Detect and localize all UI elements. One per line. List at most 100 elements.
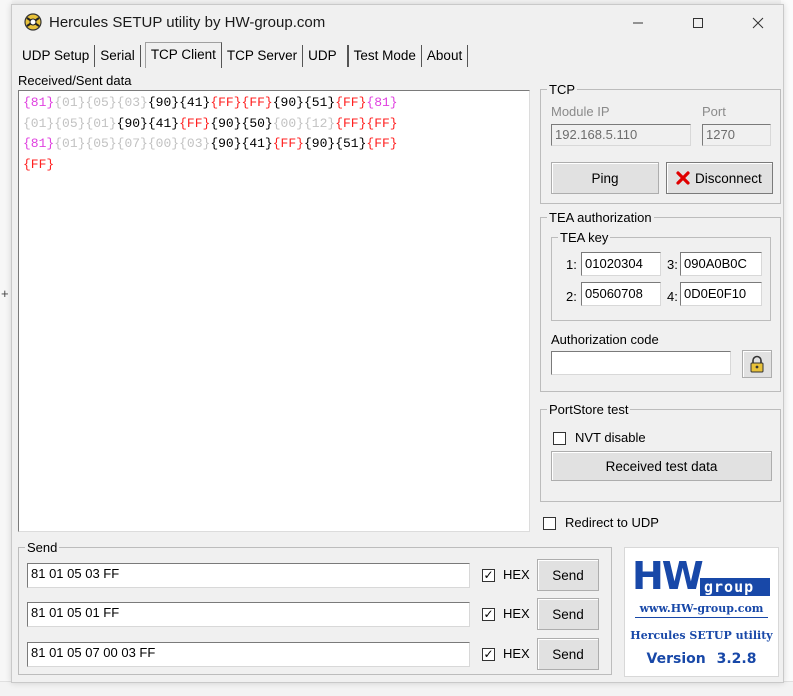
received-byte: {FF} — [179, 115, 211, 131]
tea-key-4-field[interactable]: 0D0E0F10 — [680, 282, 762, 306]
received-byte: {05} — [54, 115, 86, 131]
plus-icon: + — [1, 286, 9, 301]
received-byte: {41} — [241, 136, 273, 151]
lock-button[interactable] — [742, 350, 772, 378]
tab-serial[interactable]: Serial — [95, 45, 141, 67]
received-byte: {05} — [85, 136, 117, 151]
received-byte: {81} — [23, 136, 55, 151]
tab-udp[interactable]: UDP — [303, 45, 348, 67]
hercules-app-icon — [23, 12, 43, 32]
disconnect-button-label: Disconnect — [695, 170, 762, 186]
received-byte: {90} — [272, 95, 304, 110]
ping-button[interactable]: Ping — [551, 162, 659, 194]
received-byte: {01} — [54, 95, 86, 110]
received-byte: {FF} — [272, 136, 304, 151]
received-byte: {41} — [147, 115, 180, 131]
received-byte: {51} — [303, 95, 336, 110]
tab-test-mode[interactable]: Test Mode — [347, 45, 422, 67]
maximize-button[interactable] — [675, 5, 721, 41]
received-byte: {03} — [116, 95, 148, 110]
disconnect-button[interactable]: Disconnect — [666, 162, 773, 194]
received-byte: {07} — [116, 136, 148, 151]
send-input-1[interactable]: 81 01 05 03 FF — [27, 563, 470, 588]
tea-key-2-label: 2: — [566, 289, 577, 304]
received-byte: {05} — [85, 95, 117, 110]
received-test-data-button[interactable]: Received test data — [551, 451, 772, 481]
hex-checkbox-1[interactable]: ✓ — [482, 569, 495, 582]
hex-checkbox-3[interactable]: ✓ — [482, 648, 495, 661]
send-input-2[interactable]: 81 01 05 01 FF — [27, 602, 470, 627]
received-byte: {90} — [147, 95, 180, 110]
tea-key-1-field[interactable]: 01020304 — [581, 252, 661, 276]
hw-group-url: www.HW-group.com — [639, 602, 764, 615]
port-label: Port — [702, 104, 726, 119]
send-button-2-label: Send — [552, 606, 584, 622]
redirect-to-udp-checkbox[interactable] — [543, 517, 556, 530]
authorization-code-label: Authorization code — [551, 332, 659, 347]
received-byte: {FF} — [241, 95, 273, 110]
version-line: Version 3.2.8 — [625, 651, 778, 667]
red-x-icon — [676, 171, 690, 185]
hw-group-wordmark: HW group — [632, 554, 770, 598]
module-ip-label: Module IP — [551, 104, 610, 119]
tab-tcp-server[interactable]: TCP Server — [221, 45, 304, 67]
version-number: 3.2.8 — [716, 651, 757, 667]
tab-bar: UDP Setup Serial TCP Client TCP Server U… — [17, 42, 469, 69]
tab-udp-setup[interactable]: UDP Setup — [17, 45, 96, 67]
maximize-icon — [693, 18, 703, 28]
tea-key-group: TEA key — [551, 231, 771, 321]
logo-divider — [635, 617, 768, 618]
received-byte: {FF} — [23, 156, 55, 172]
received-byte: {FF} — [335, 95, 367, 110]
received-byte: {81} — [23, 95, 55, 110]
hex-label-2: HEX — [503, 606, 530, 621]
hex-label-3: HEX — [503, 646, 530, 661]
received-byte: {FF} — [366, 115, 398, 131]
received-byte: {41} — [179, 95, 211, 110]
hex-checkbox-2[interactable]: ✓ — [482, 608, 495, 621]
product-name: Hercules SETUP utility — [630, 629, 773, 642]
received-line: {81}{01}{05}{07}{00}{03}{90}{41}{FF}{90}… — [23, 134, 525, 155]
port-field[interactable]: 1270 — [702, 124, 771, 146]
close-icon — [752, 17, 764, 29]
tea-key-2-field[interactable]: 05060708 — [581, 282, 661, 306]
tea-key-3-label: 3: — [667, 257, 678, 272]
received-byte: {01} — [85, 115, 117, 131]
received-sent-label: Received/Sent data — [18, 73, 132, 88]
tab-tcp-client[interactable]: TCP Client — [144, 42, 222, 68]
hex-label-1: HEX — [503, 567, 530, 582]
tea-authorization-legend: TEA authorization — [549, 210, 652, 225]
portstore-test-legend: PortStore test — [549, 402, 629, 417]
send-button-3[interactable]: Send — [537, 638, 599, 670]
nvt-disable-checkbox[interactable] — [553, 432, 566, 445]
tea-key-4-label: 4: — [667, 289, 678, 304]
received-byte: {51} — [335, 136, 367, 151]
window-title: Hercules SETUP utility by HW-group.com — [49, 14, 326, 31]
tab-about[interactable]: About — [421, 45, 469, 67]
received-byte: {90} — [303, 136, 336, 151]
lock-icon — [750, 355, 764, 373]
received-byte: {01} — [54, 136, 86, 151]
tea-key-3-field[interactable]: 090A0B0C — [680, 252, 762, 276]
received-test-data-label: Received test data — [605, 458, 718, 474]
module-ip-field[interactable]: 192.168.5.110 — [551, 124, 691, 146]
title-bar: Hercules SETUP utility by HW-group.com — [12, 5, 783, 41]
group-text: group — [704, 578, 755, 596]
nvt-disable-label: NVT disable — [575, 430, 646, 445]
minimize-button[interactable] — [615, 5, 661, 41]
close-button[interactable] — [735, 5, 781, 41]
send-group-legend: Send — [27, 540, 58, 555]
authorization-code-field[interactable] — [551, 351, 731, 375]
ping-button-label: Ping — [591, 170, 619, 186]
send-button-2[interactable]: Send — [537, 598, 599, 630]
received-byte: {FF} — [335, 115, 367, 131]
received-byte: {50} — [241, 115, 273, 131]
tea-key-legend: TEA key — [560, 230, 609, 245]
received-sent-data-area[interactable]: {81}{01}{05}{03}{90}{41}{FF}{FF}{90}{51}… — [18, 90, 530, 532]
received-line: {FF} — [23, 155, 525, 176]
send-input-3[interactable]: 81 01 05 07 00 03 FF — [27, 642, 470, 667]
received-byte: {12} — [303, 115, 336, 131]
received-byte: {03} — [179, 136, 211, 151]
hw-brand-text: HW — [632, 554, 704, 598]
send-button-1[interactable]: Send — [537, 559, 599, 591]
